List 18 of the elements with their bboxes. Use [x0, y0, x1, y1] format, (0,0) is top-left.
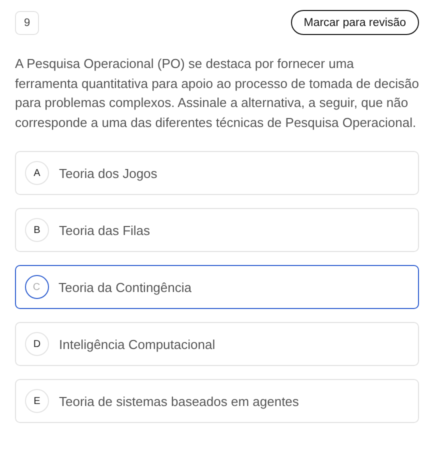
option-letter: C [24, 275, 48, 299]
option-letter: D [25, 332, 49, 356]
option-letter: A [25, 161, 49, 185]
option-text: Teoria dos Jogos [59, 166, 158, 180]
question-text: A Pesquisa Operacional (PO) se destaca por fornecer uma ferramenta quantitativa para apoio ao processo de tomada de decisão para problemas complexos. Assinale a alternativa, a seguir, que não corresponde a uma das diferentes técnicas de Pesquisa Operacional. [15, 55, 419, 132]
option-text: Inteligência Computacional [59, 336, 216, 352]
review-button[interactable]: Marcar para revisão [290, 10, 419, 35]
option-letter: B [25, 218, 49, 242]
option-text: Teoria das Filas [59, 222, 150, 238]
option-letter: E [25, 389, 49, 413]
question-number: 9 [15, 10, 39, 34]
answer-option[interactable]: D Inteligência Computacional [15, 322, 419, 366]
answer-option[interactable]: C Teoria da Contingência [15, 265, 419, 309]
answer-option[interactable]: E Teoria de sistemas baseados em agentes [15, 379, 419, 423]
option-text: Teoria de sistemas baseados em agentes [59, 394, 299, 408]
answer-option[interactable]: A Teoria dos Jogos [15, 151, 419, 195]
answer-option[interactable]: B Teoria das Filas [15, 208, 419, 252]
option-text: Teoria da Contingência [58, 280, 192, 294]
